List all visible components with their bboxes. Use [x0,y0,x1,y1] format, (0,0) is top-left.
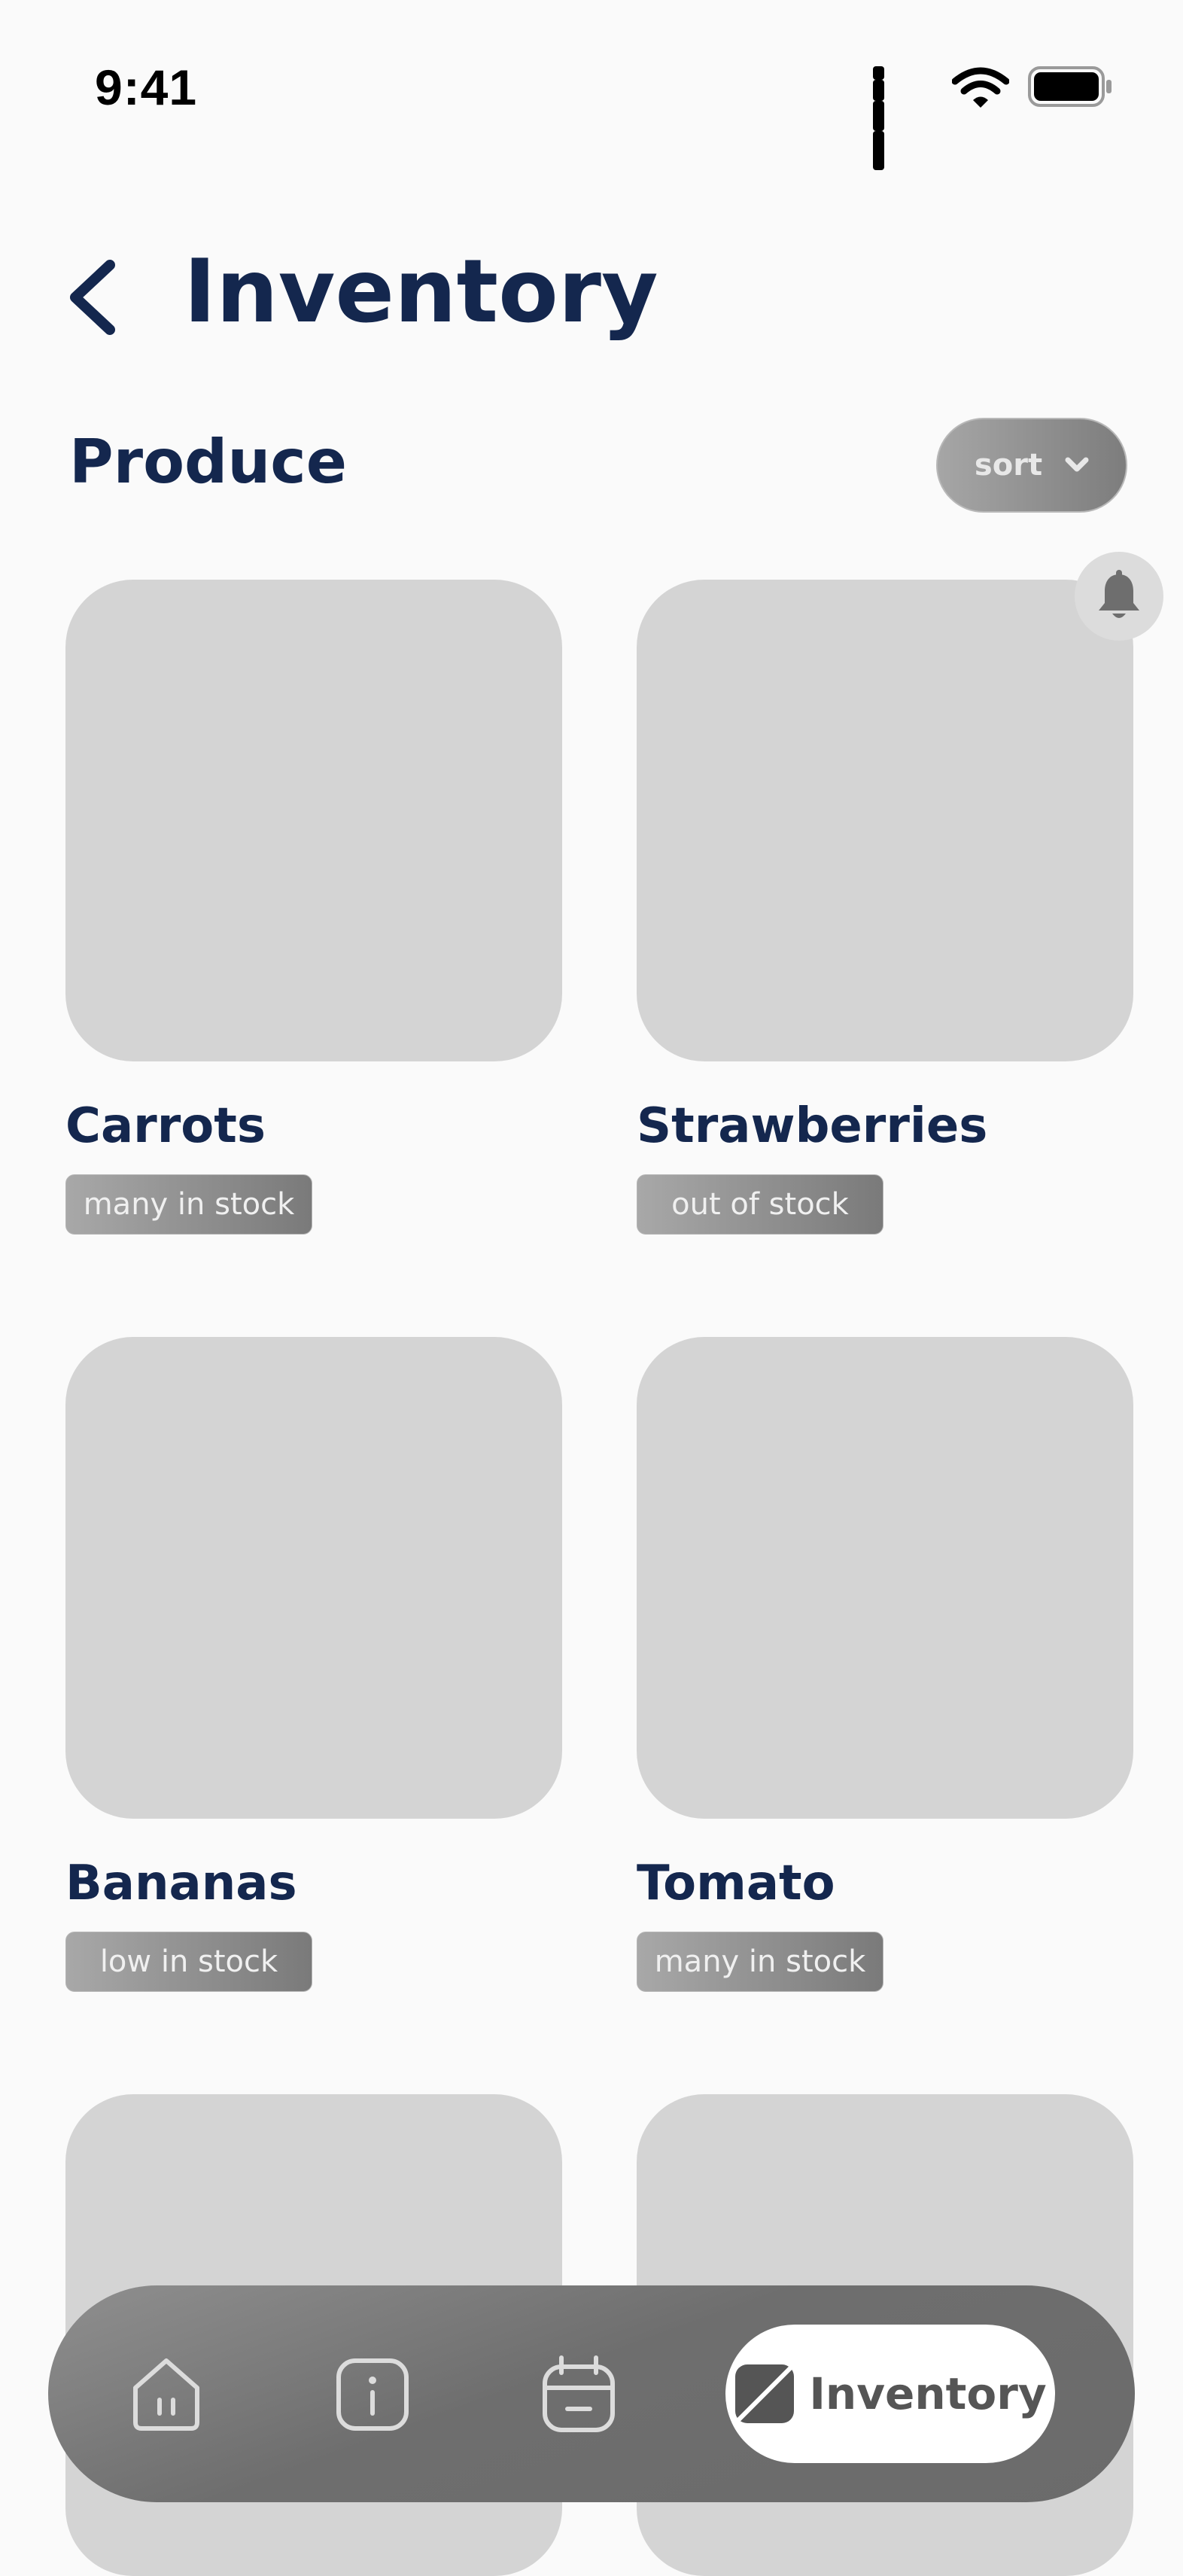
section-title: Produce [69,427,347,497]
chevron-down-icon [1065,457,1089,472]
signal-icon [873,66,933,170]
nav-inventory-label: Inventory [809,2368,1047,2419]
product-name: Carrots [65,1098,266,1154]
stock-badge: many in stock [637,1932,883,1992]
product-image [65,1337,562,1819]
product-card[interactable]: Strawberries out of stock [637,580,1133,1235]
sort-label: sort [974,448,1043,483]
home-icon[interactable] [126,2355,206,2434]
product-image [637,1337,1133,1819]
bell-icon [1099,570,1139,618]
product-image [65,580,562,1061]
back-icon[interactable] [63,256,123,339]
bottom-nav: Inventory [48,2285,1135,2502]
product-card[interactable]: Tomato many in stock [637,1337,1133,1992]
product-name: Bananas [65,1856,297,1911]
stock-badge: out of stock [637,1174,883,1235]
status-time: 9:41 [95,59,198,115]
product-card[interactable]: Carrots many in stock [65,580,562,1235]
alert-button[interactable] [1075,552,1163,641]
stock-badge: many in stock [65,1174,312,1235]
calendar-icon[interactable] [539,2355,619,2434]
status-icons [873,66,1114,170]
stock-badge: low in stock [65,1932,312,1992]
battery-icon [1028,66,1112,107]
product-card[interactable]: Bananas low in stock [65,1337,562,1992]
nav-inventory-button[interactable]: Inventory [725,2325,1055,2463]
wifi-icon [952,67,1009,108]
info-icon[interactable] [333,2355,412,2434]
product-name: Tomato [637,1856,835,1911]
sort-button[interactable]: sort [936,418,1127,513]
product-image [637,580,1133,1061]
product-name: Strawberries [637,1098,988,1154]
inventory-icon [735,2364,795,2424]
page-title: Inventory [184,241,658,343]
